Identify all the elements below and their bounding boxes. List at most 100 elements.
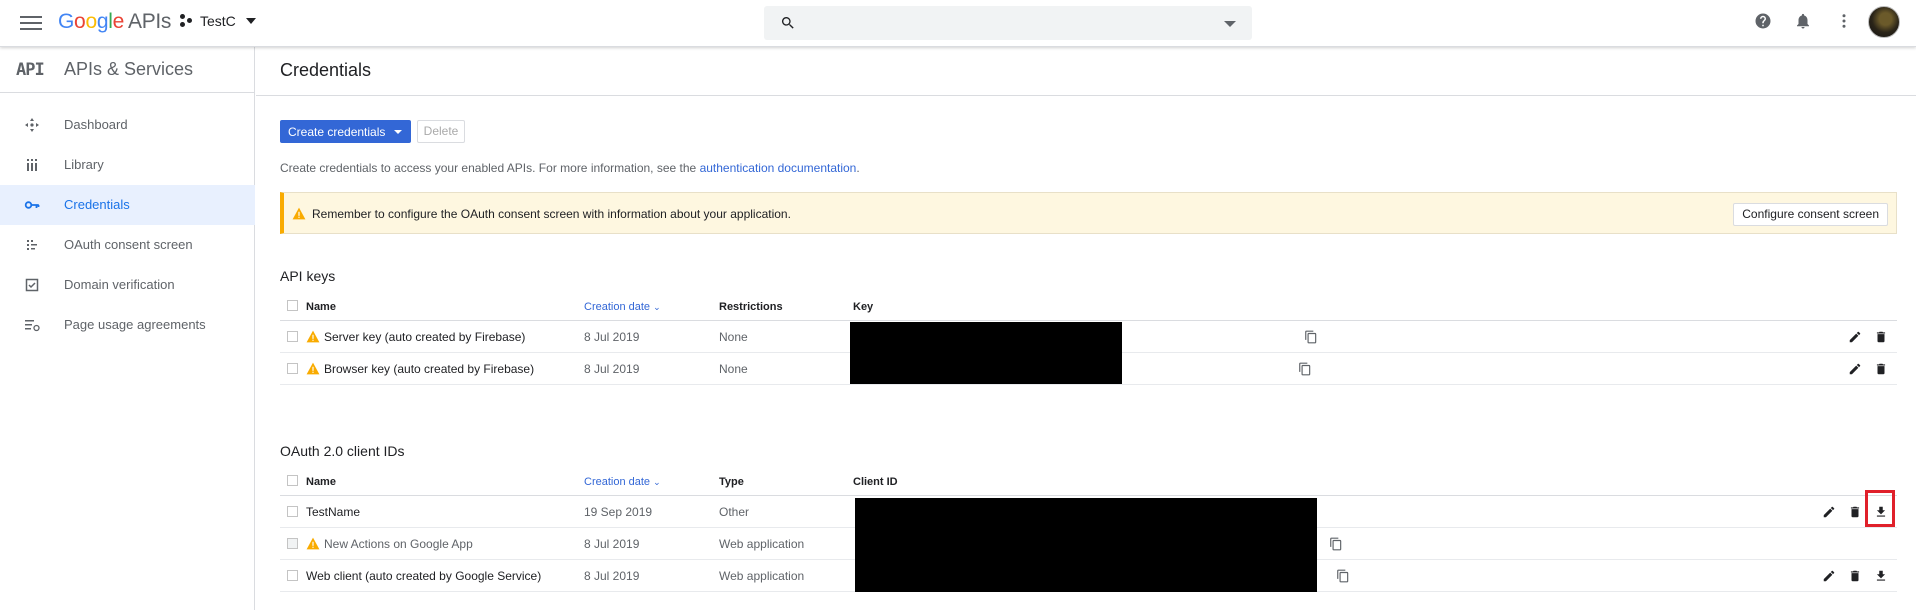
edit-icon[interactable]	[1822, 505, 1836, 519]
chevron-down-icon	[245, 18, 256, 24]
sidebar-title: APIs & Services	[64, 59, 194, 79]
delete-icon[interactable]	[1874, 330, 1888, 344]
column-header-label: Creation date	[584, 301, 651, 313]
restrictions: None	[719, 330, 748, 344]
oauth-client-ids-title: OAuth 2.0 client IDs	[280, 443, 405, 459]
sidebar-item-oauth-consent[interactable]: OAuth consent screen	[0, 225, 255, 265]
creation-date: 8 Jul 2019	[584, 569, 640, 583]
sidebar-item-page-usage-agreements[interactable]: Page usage agreements	[0, 305, 255, 345]
table-row[interactable]: Browser key (auto created by Firebase) 8…	[280, 352, 1897, 385]
redacted-client-id	[855, 498, 1317, 528]
sidebar-item-domain-verification[interactable]: Domain verification	[0, 265, 255, 305]
logo-letter: o	[85, 10, 97, 33]
consent-warning-banner: Remember to configure the OAuth consent …	[280, 192, 1897, 234]
key-icon	[24, 201, 40, 209]
redacted-key	[850, 352, 1122, 384]
download-highlight-box	[1865, 490, 1895, 527]
edit-icon[interactable]	[1848, 362, 1862, 376]
sidebar-item-label: Domain verification	[64, 277, 175, 292]
project-icon	[180, 14, 194, 28]
sidebar-item-label: Dashboard	[64, 117, 128, 132]
redacted-client-id	[855, 559, 1317, 592]
creation-date: 8 Jul 2019	[584, 537, 640, 551]
client-type: Web application	[719, 569, 805, 583]
project-selector[interactable]: TestC	[180, 13, 256, 29]
sidebar-item-credentials[interactable]: Credentials	[0, 185, 255, 225]
search-input[interactable]	[804, 12, 1204, 34]
top-app-bar: Google APIs TestC	[0, 0, 1916, 47]
sidebar-item-library[interactable]: Library	[0, 145, 255, 185]
table-row[interactable]: Web client (auto created by Google Servi…	[280, 559, 1897, 592]
create-credentials-button[interactable]: Create credentials	[280, 120, 411, 143]
creation-date: 8 Jul 2019	[584, 330, 640, 344]
menu-icon[interactable]	[20, 13, 42, 31]
key-name-link[interactable]: Server key (auto created by Firebase)	[324, 330, 525, 344]
key-name-link[interactable]: Browser key (auto created by Firebase)	[324, 362, 534, 376]
google-apis-logo[interactable]: Google APIs	[58, 10, 171, 34]
row-checkbox	[287, 538, 298, 549]
warning-icon	[306, 537, 320, 550]
search-icon	[781, 17, 794, 29]
column-header-client-id: Client ID	[853, 476, 898, 488]
configure-consent-screen-button[interactable]: Configure consent screen	[1733, 203, 1888, 226]
more-vert-icon[interactable]	[1835, 12, 1853, 30]
copy-icon[interactable]	[1336, 569, 1350, 583]
table-row[interactable]: TestName 19 Sep 2019 Other	[280, 490, 1897, 528]
delete-icon[interactable]	[1848, 569, 1862, 583]
row-checkbox[interactable]	[287, 363, 298, 374]
copy-icon[interactable]	[1329, 537, 1343, 551]
api-keys-header: Name Creation date ⌄ Restrictions Key	[280, 299, 1897, 321]
column-header-creation-date[interactable]: Creation date ⌄	[584, 476, 661, 488]
restrictions: None	[719, 362, 748, 376]
client-name-link[interactable]: New Actions on Google App	[324, 537, 473, 551]
row-checkbox[interactable]	[287, 506, 298, 517]
project-name: TestC	[200, 13, 236, 29]
sidebar-item-label: Library	[64, 157, 104, 172]
consent-icon	[27, 240, 37, 250]
delete-icon[interactable]	[1874, 362, 1888, 376]
intro-suffix: .	[856, 161, 860, 175]
divider	[256, 95, 1916, 96]
logo-letter: o	[74, 10, 86, 33]
redacted-client-id	[855, 527, 1317, 560]
column-header-restrictions: Restrictions	[719, 301, 783, 313]
delete-button[interactable]: Delete	[417, 120, 465, 143]
sort-down-icon: ⌄	[653, 302, 661, 312]
select-all-checkbox[interactable]	[287, 300, 298, 311]
sidebar-item-label: Page usage agreements	[64, 317, 206, 332]
edit-icon[interactable]	[1822, 569, 1836, 583]
settings-list-icon	[25, 320, 40, 332]
copy-icon[interactable]	[1304, 330, 1318, 344]
column-header-type: Type	[719, 476, 744, 488]
notifications-icon[interactable]	[1794, 12, 1812, 30]
row-checkbox[interactable]	[287, 570, 298, 581]
edit-icon[interactable]	[1848, 330, 1862, 344]
delete-icon[interactable]	[1848, 505, 1862, 519]
client-name-link[interactable]: Web client (auto created by Google Servi…	[306, 569, 541, 583]
row-checkbox[interactable]	[287, 331, 298, 342]
sort-down-icon: ⌄	[653, 477, 661, 487]
table-row[interactable]: Server key (auto created by Firebase) 8 …	[280, 321, 1897, 353]
download-icon[interactable]	[1874, 569, 1888, 583]
intro-text: Create credentials to access your enable…	[280, 161, 860, 175]
client-name-link[interactable]: TestName	[306, 505, 360, 519]
table-row[interactable]: New Actions on Google App 8 Jul 2019 Web…	[280, 527, 1897, 560]
search-bar[interactable]	[764, 6, 1252, 40]
help-icon[interactable]	[1754, 12, 1772, 30]
select-all-checkbox[interactable]	[287, 475, 298, 486]
sidebar: API APIs & Services Dashboard Library Cr…	[0, 47, 255, 610]
logo-letter: e	[112, 10, 125, 33]
avatar[interactable]	[1868, 6, 1900, 38]
column-header-creation-date[interactable]: Creation date ⌄	[584, 301, 661, 313]
warning-icon	[306, 330, 320, 343]
sidebar-item-dashboard[interactable]: Dashboard	[0, 105, 255, 145]
creation-date: 8 Jul 2019	[584, 362, 640, 376]
copy-icon[interactable]	[1298, 362, 1312, 376]
authentication-documentation-link[interactable]: authentication documentation	[700, 161, 857, 175]
logo-letter: g	[96, 10, 109, 33]
create-credentials-label: Create credentials	[288, 125, 386, 139]
sidebar-item-label: OAuth consent screen	[64, 237, 193, 252]
client-type: Other	[719, 505, 750, 519]
warning-text: Remember to configure the OAuth consent …	[312, 207, 791, 221]
search-options-chevron-icon[interactable]	[1224, 21, 1236, 27]
